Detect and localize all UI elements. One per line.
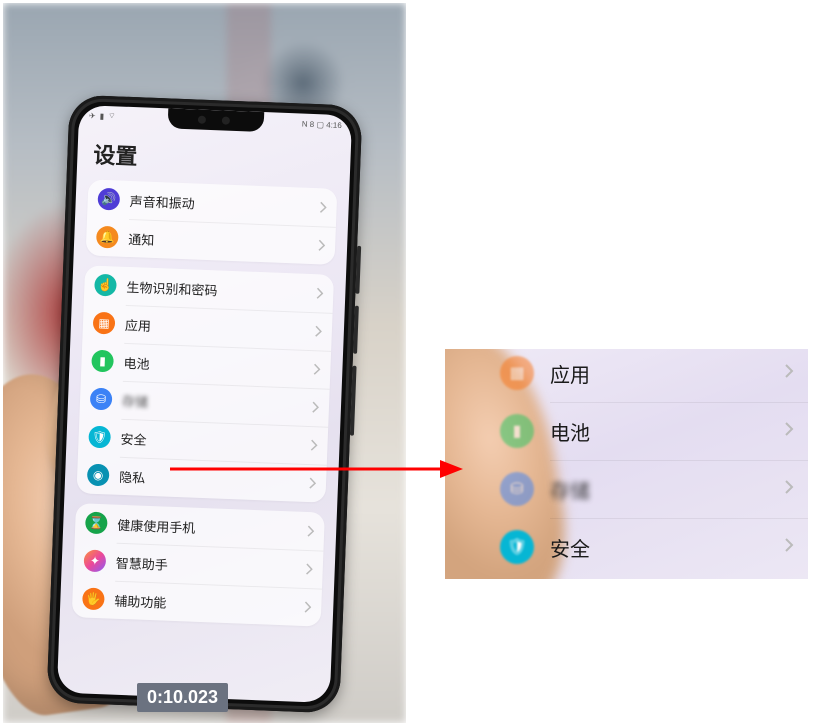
chevron-right-icon: [306, 525, 314, 537]
chevron-right-icon: [784, 363, 794, 384]
chevron-right-icon: [309, 439, 317, 451]
hand-icon: 🖐: [82, 587, 105, 610]
chevron-right-icon: [308, 477, 316, 489]
privacy-icon: ◉: [87, 464, 110, 487]
row-label: 通知: [128, 228, 318, 254]
row-label: 智慧助手: [116, 552, 306, 578]
fingerprint-icon: ☝: [94, 274, 117, 297]
video-timestamp: 0:10.023: [137, 683, 228, 712]
row-label: 电池: [550, 417, 784, 446]
chevron-right-icon: [312, 363, 320, 375]
zoom-row-storage[interactable]: ⛁ 存储: [500, 460, 808, 518]
battery-icon: ▮: [91, 350, 114, 373]
shield-icon: 🛡: [88, 426, 111, 449]
hourglass-icon: ⌛: [85, 512, 108, 535]
row-label: 安全: [550, 533, 784, 562]
row-label: 隐私: [119, 466, 309, 492]
apps-icon: ▦: [500, 356, 534, 390]
row-label: 声音和振动: [129, 190, 319, 216]
chevron-right-icon: [303, 601, 311, 613]
airplane-icon: ✈: [89, 111, 96, 120]
phone-screen: ✈ ▮ ⌔ N 8 ▢ 4:16 设置 🔊 声音和振动: [57, 105, 352, 703]
wifi-icon: ⌔: [108, 111, 116, 121]
sparkle-icon: ✦: [83, 549, 106, 572]
chevron-right-icon: [317, 239, 325, 251]
row-label: 电池: [123, 352, 313, 378]
settings-content: 设置 🔊 声音和振动 🔔 通知: [57, 129, 351, 703]
row-label: 应用: [125, 314, 315, 340]
page-title: 设置: [93, 138, 339, 179]
storage-icon: ⛁: [90, 388, 113, 411]
chevron-right-icon: [318, 201, 326, 213]
zoom-list: ▦ 应用 ▮ 电池 ⛁ 存储 🛡 安全: [500, 349, 808, 576]
signal-icon: ▮: [100, 111, 105, 120]
settings-group: 🔊 声音和振动 🔔 通知: [86, 179, 338, 265]
settings-group: ⌛ 健康使用手机 ✦ 智慧助手 🖐 辅助功能: [72, 503, 325, 626]
chevron-right-icon: [784, 421, 794, 442]
display-notch: [167, 108, 264, 132]
chevron-right-icon: [315, 287, 323, 299]
row-label: 辅助功能: [114, 590, 304, 616]
settings-row-privacy[interactable]: ◉ 隐私: [76, 455, 326, 503]
row-label: 健康使用手机: [117, 514, 307, 540]
chevron-right-icon: [311, 401, 319, 413]
row-label: 生物识别和密码: [126, 276, 316, 302]
left-photo: ✈ ▮ ⌔ N 8 ▢ 4:16 设置 🔊 声音和振动: [3, 3, 406, 723]
zoom-crop: ▦ 应用 ▮ 电池 ⛁ 存储 🛡 安全: [445, 349, 808, 579]
bell-icon: 🔔: [96, 226, 119, 249]
row-label: 存储: [122, 390, 312, 416]
shield-icon: 🛡: [500, 530, 534, 564]
settings-row-notifications[interactable]: 🔔 通知: [86, 217, 336, 265]
settings-group: ☝ 生物识别和密码 ▦ 应用 ▮ 电池 ⛁: [76, 265, 334, 502]
phone-body: ✈ ▮ ⌔ N 8 ▢ 4:16 设置 🔊 声音和振动: [46, 95, 362, 714]
chevron-right-icon: [314, 325, 322, 337]
zoom-row-battery[interactable]: ▮ 电池: [500, 402, 808, 460]
chevron-right-icon: [784, 537, 794, 558]
chevron-right-icon: [305, 563, 313, 575]
chevron-right-icon: [784, 479, 794, 500]
zoom-row-security[interactable]: 🛡 安全: [500, 518, 808, 576]
status-right-text: N 8 ▢ 4:16: [302, 119, 342, 130]
row-label: 存储: [550, 475, 784, 504]
row-label: 应用: [550, 359, 784, 388]
row-label: 安全: [120, 428, 310, 454]
zoom-row-apps[interactable]: ▦ 应用: [500, 349, 808, 402]
storage-icon: ⛁: [500, 472, 534, 506]
sound-icon: 🔊: [97, 188, 120, 211]
apps-icon: ▦: [93, 312, 116, 335]
battery-icon: ▮: [500, 414, 534, 448]
